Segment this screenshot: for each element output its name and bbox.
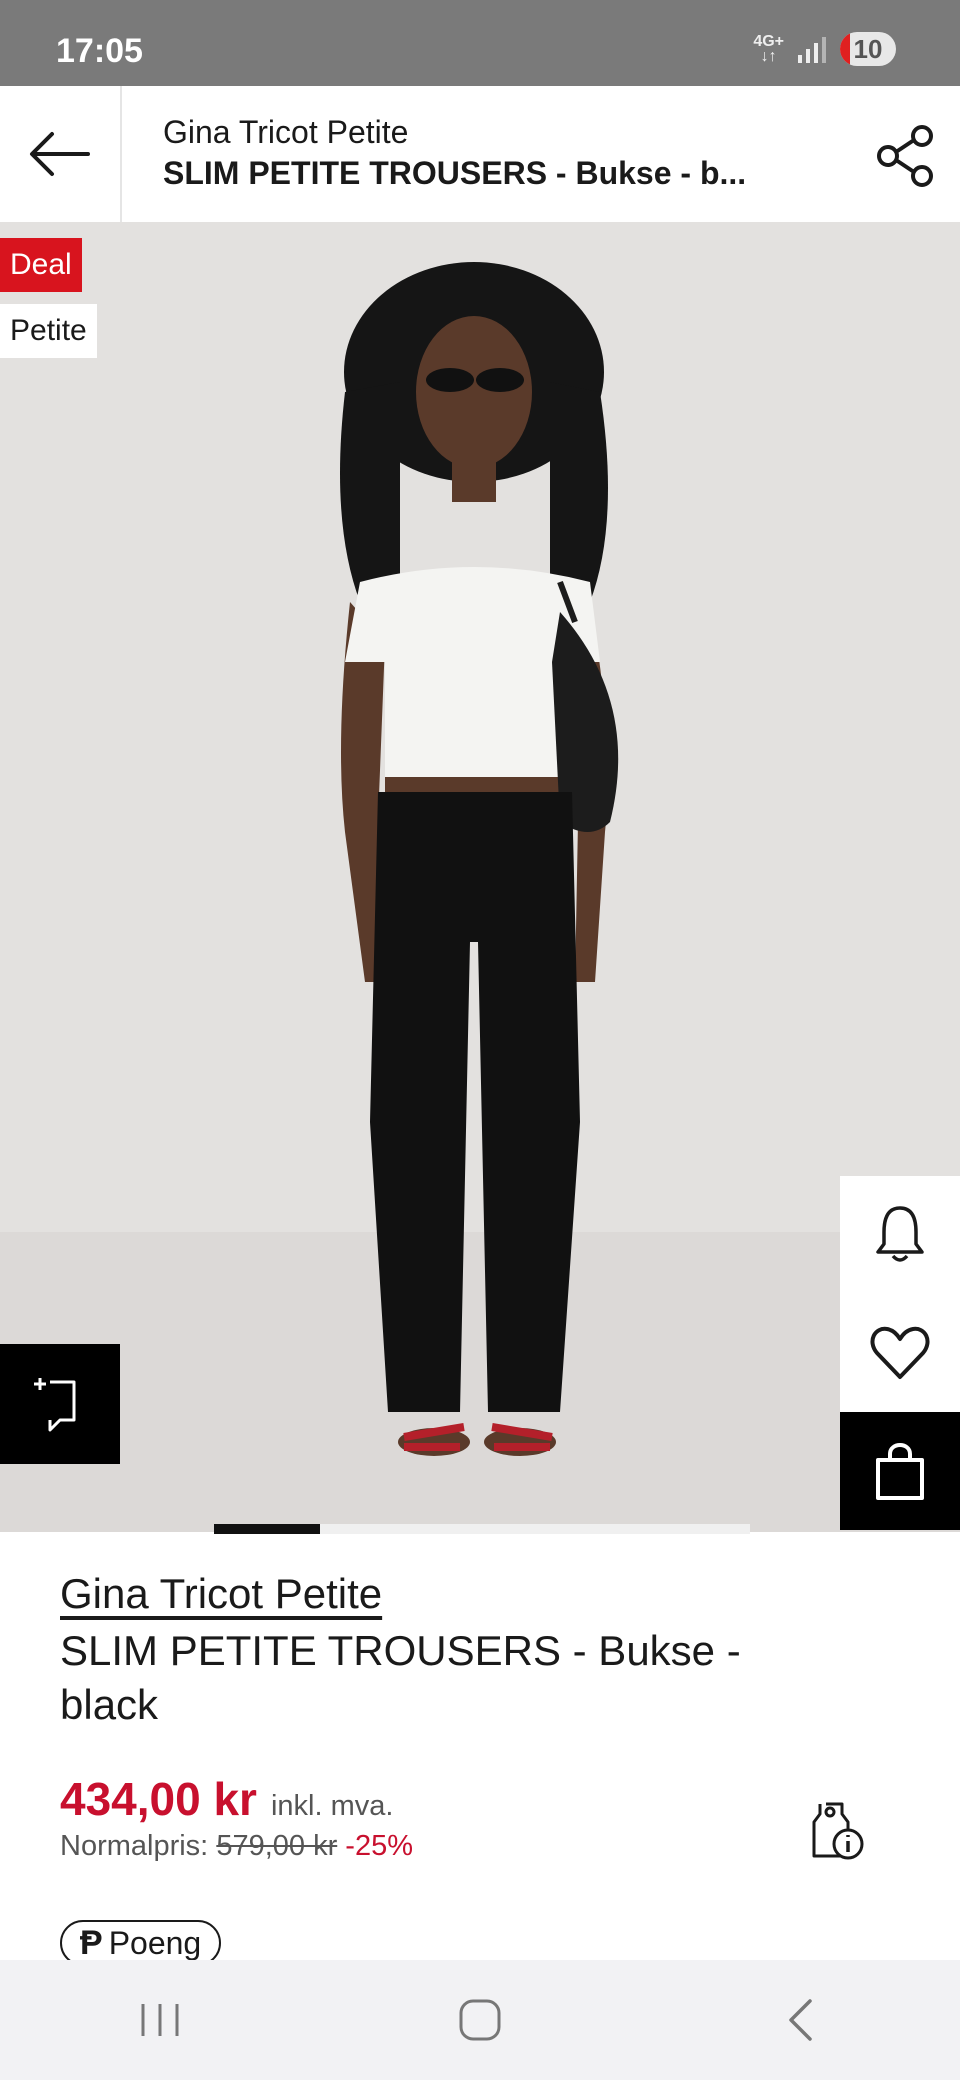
wishlist-button[interactable] [840, 1294, 960, 1412]
status-icons: 4G+ ↓↑ 10 [753, 32, 896, 66]
current-price: 434,00 kr [60, 1773, 257, 1825]
status-time: 17:05 [56, 32, 143, 70]
share-icon[interactable] [874, 124, 938, 188]
image-carousel-indicator[interactable] [214, 1524, 750, 1534]
model-photo [340, 262, 619, 1456]
signal-icon [798, 35, 826, 63]
notify-button[interactable] [840, 1176, 960, 1294]
recent-apps-icon [141, 2004, 179, 2036]
product-image[interactable]: Deal Petite [0, 222, 960, 1532]
back-button[interactable] [0, 86, 122, 222]
bell-icon [876, 1206, 924, 1262]
header-brand: Gina Tricot Petite [163, 114, 409, 150]
recent-apps-button[interactable] [100, 1980, 220, 2060]
heart-icon [870, 1326, 930, 1379]
header-text: Gina Tricot Petite SLIM PETITE TROUSERS … [163, 114, 823, 192]
price-row: 434,00 kr inkl. mva. [60, 1772, 393, 1826]
system-back-button[interactable] [740, 1980, 860, 2060]
compare-icon [34, 1378, 76, 1432]
brand-link[interactable]: Gina Tricot Petite [60, 1570, 382, 1617]
discount: -25% [345, 1830, 413, 1862]
compare-button[interactable] [0, 1344, 120, 1464]
side-actions [840, 1176, 960, 1530]
add-to-bag-button[interactable] [840, 1412, 960, 1530]
normal-price-label: Normalpris: [60, 1830, 209, 1862]
points-icon: Ᵽ [80, 1923, 103, 1962]
home-button[interactable] [420, 1980, 540, 2060]
shopping-bag-icon [876, 1443, 924, 1500]
product-info: Gina Tricot Petite SLIM PETITE TROUSERS … [60, 1570, 900, 1732]
system-back-icon [789, 1999, 812, 2041]
points-label: Poeng [108, 1924, 202, 1961]
home-icon [459, 1999, 501, 2041]
battery-icon: 10 [840, 32, 896, 66]
normal-price: 579,00 kr [216, 1830, 338, 1862]
status-bar: 17:05 4G+ ↓↑ 10 [0, 0, 960, 86]
system-nav-bar [0, 1960, 960, 2080]
back-arrow-icon [30, 132, 90, 176]
deal-badge: Deal [0, 238, 82, 292]
battery-level: 10 [853, 33, 883, 64]
carousel-active-dot [214, 1524, 320, 1534]
network-type: 4G+ ↓↑ [753, 33, 784, 65]
header-title: SLIM PETITE TROUSERS - Bukse - b... [163, 155, 747, 191]
app-header: Gina Tricot Petite SLIM PETITE TROUSERS … [0, 86, 960, 223]
petite-badge: Petite [0, 304, 97, 358]
normal-price-row: Normalpris: 579,00 kr -25% [60, 1830, 413, 1863]
product-title: SLIM PETITE TROUSERS - Bukse - black [60, 1627, 741, 1728]
vat-label: inkl. mva. [270, 1790, 394, 1822]
price-tag-info-icon[interactable] [808, 1798, 864, 1862]
